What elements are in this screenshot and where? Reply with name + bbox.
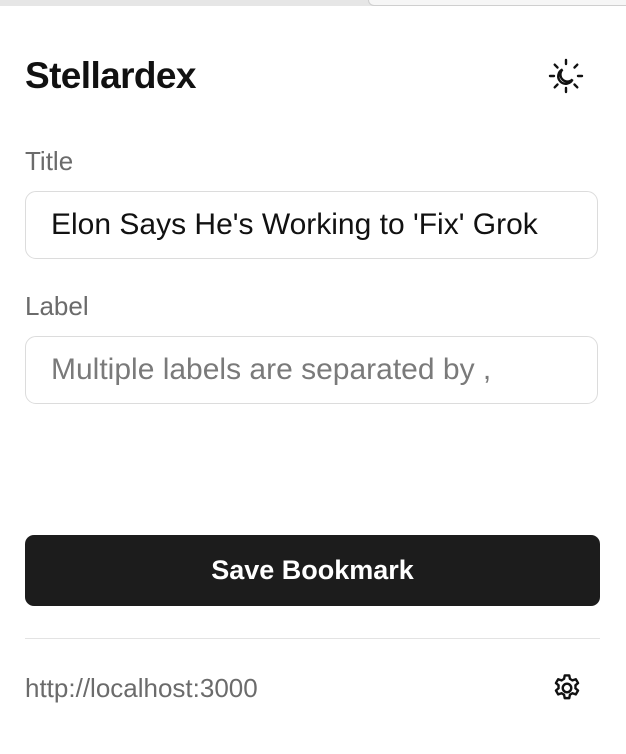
title-field-label: Title	[25, 146, 74, 176]
footer-divider	[25, 638, 600, 639]
save-bookmark-button[interactable]: Save Bookmark	[25, 535, 600, 606]
extension-popup: Stellardex Title Label Save Bookmark	[0, 6, 626, 754]
popup-header: Stellardex	[25, 54, 600, 98]
sun-moon-icon	[548, 58, 584, 94]
theme-toggle-button[interactable]	[548, 58, 584, 94]
labels-input[interactable]	[25, 336, 598, 404]
server-url: http://localhost:3000	[25, 673, 258, 703]
title-input[interactable]	[25, 191, 598, 259]
settings-button[interactable]	[549, 670, 585, 706]
gear-icon	[554, 674, 580, 700]
label-field-label: Label	[25, 291, 89, 321]
app-title: Stellardex	[25, 55, 196, 96]
